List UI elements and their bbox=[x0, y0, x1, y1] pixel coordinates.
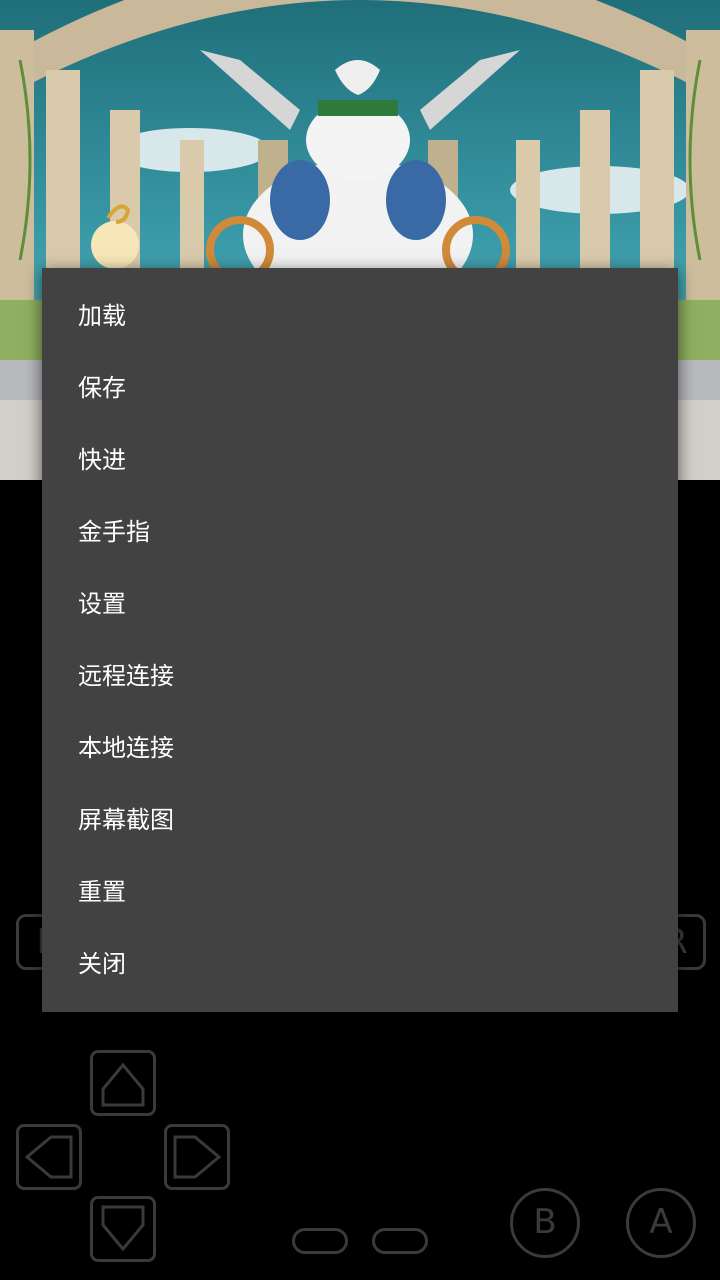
menu-item-save[interactable]: 保存 bbox=[42, 356, 678, 428]
menu-item-reset[interactable]: 重置 bbox=[42, 860, 678, 932]
emulator-screen: L R B A 加载 保存 快进 金手指 设置 远程连接 本地连接 屏幕截图 重… bbox=[0, 0, 720, 1280]
menu-item-fast-forward[interactable]: 快进 bbox=[42, 428, 678, 500]
menu-item-cheats[interactable]: 金手指 bbox=[42, 500, 678, 572]
start-button[interactable] bbox=[372, 1228, 428, 1254]
arrow-right-icon bbox=[173, 1135, 222, 1179]
dpad-left-button[interactable] bbox=[16, 1124, 82, 1190]
menu-item-settings[interactable]: 设置 bbox=[42, 572, 678, 644]
b-button[interactable]: B bbox=[510, 1188, 580, 1258]
menu-item-screenshot[interactable]: 屏幕截图 bbox=[42, 788, 678, 860]
arrow-down-icon bbox=[101, 1205, 145, 1252]
select-button[interactable] bbox=[292, 1228, 348, 1254]
menu-item-remote-connect[interactable]: 远程连接 bbox=[42, 644, 678, 716]
emulator-menu: 加载 保存 快进 金手指 设置 远程连接 本地连接 屏幕截图 重置 关闭 bbox=[42, 268, 678, 1012]
dpad-right-button[interactable] bbox=[164, 1124, 230, 1190]
arrow-left-icon bbox=[24, 1135, 73, 1179]
menu-item-local-connect[interactable]: 本地连接 bbox=[42, 716, 678, 788]
arrow-up-icon bbox=[101, 1062, 145, 1107]
menu-item-load[interactable]: 加载 bbox=[42, 284, 678, 356]
a-button[interactable]: A bbox=[626, 1188, 696, 1258]
dpad-down-button[interactable] bbox=[90, 1196, 156, 1262]
dpad-up-button[interactable] bbox=[90, 1050, 156, 1116]
menu-item-close[interactable]: 关闭 bbox=[42, 932, 678, 1004]
